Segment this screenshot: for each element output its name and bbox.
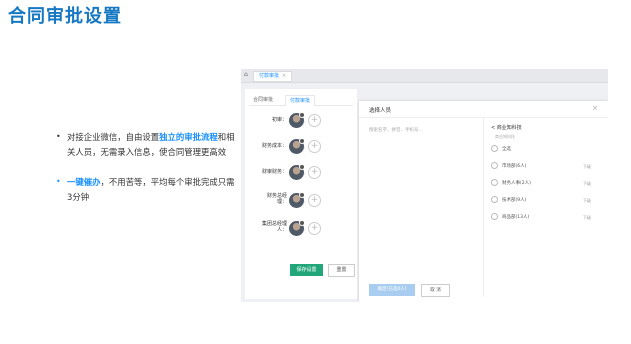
open-tab-label: 付款审批 [259,73,280,79]
add-approver-button[interactable]: + [308,166,321,179]
approver-label: 财务总经理： [266,193,287,205]
page-title: 合同审批设置 [8,6,122,27]
watermark: · [398,160,402,167]
approver-label: 财审财务： [261,169,287,175]
subordinate-link[interactable]: 下级 [583,192,591,209]
arrow-icon: › [304,227,306,232]
feature-highlight: 独立的审批流程 [159,132,218,142]
add-approver-button[interactable]: + [308,194,321,207]
remove-badge-icon[interactable] [299,192,305,198]
close-icon[interactable]: × [282,73,286,79]
org-back-link[interactable]: < 商业知科技 [491,124,601,132]
approver-label: 初审： [271,117,287,123]
subordinate-link[interactable]: 下级 [583,158,591,175]
arrow-icon: › [304,199,306,204]
add-approver-button[interactable]: + [308,114,321,127]
org-tree: < 商业知科技 商业知科技 全选 市场部(6人) 下级 财务人事(2人) 下级 技术… [491,124,601,226]
bullet-dot: • [56,132,61,141]
add-approver-button[interactable]: + [308,140,321,153]
feature-item-reminder: • 一键催办，不用苦等，平均每个审批完成只需3分钟 [56,175,238,204]
tab-contract-approval[interactable]: 合同审批 [249,95,277,105]
cancel-button[interactable]: 取 消 [421,284,450,297]
org-row-label: 财务人事(2人) [502,181,531,186]
radio-icon[interactable] [491,145,498,152]
reset-button[interactable]: 重置 [328,264,355,277]
avatar[interactable] [289,138,305,154]
arrow-icon: › [304,171,306,176]
radio-icon[interactable] [491,196,498,203]
modal-title: 选择人员 [369,108,392,114]
remove-badge-icon[interactable] [299,164,305,170]
select-person-modal: 选择人员 × 搜索名字、拼音、手机号... · < 商业知科技 商业知科技 全选… [359,101,608,302]
divider [483,117,484,297]
avatar[interactable] [289,164,305,180]
org-row-label: 商品部(13人) [502,215,530,220]
tab-payment-approval[interactable]: 付款审批 [285,95,316,106]
confirm-button[interactable]: 确定(已选0人) [369,284,415,296]
feature-item-approval-flow: • 对接企业微信，自由设置独立的审批流程和相关人员，无需录入信息，使合同管理更高… [56,130,238,159]
app-screenshot: ⌂ 付款审批 × 合同审批 付款审批 初审： › + 财务成本： › + 财审财务… [241,69,608,302]
approver-label: 集团总经理人： [261,221,287,233]
search-input[interactable]: 搜索名字、拼音、手机号... [369,127,423,133]
remove-badge-icon[interactable] [299,112,305,118]
subordinate-link[interactable]: 下级 [583,209,591,226]
approval-tabs: 合同审批 付款审批 [249,95,353,106]
arrow-icon: › [304,145,306,150]
remove-badge-icon[interactable] [299,220,305,226]
avatar[interactable] [289,112,305,128]
radio-icon[interactable] [491,179,498,186]
org-breadcrumb: 商业知科技 [495,134,515,139]
home-icon[interactable]: ⌂ [244,71,248,78]
subordinate-link[interactable]: 下级 [583,175,591,192]
approver-row: 财务成本： › + [245,137,357,157]
feature-highlight: 一键催办 [67,177,101,187]
org-row[interactable]: 市场部(6人) 下级 [491,158,601,175]
radio-icon[interactable] [491,162,498,169]
avatar[interactable] [289,220,305,236]
org-row[interactable]: 技术部(9人) 下级 [491,192,601,209]
approver-row: 初审： › + [245,111,357,131]
approver-row: 集团总经理人： › + [245,219,357,239]
bullet-dot: • [56,177,61,186]
radio-icon[interactable] [491,213,498,220]
feature-text: 对接企业微信，自由设置 [67,132,160,142]
remove-badge-icon[interactable] [299,138,305,144]
modal-footer: 确定(已选0人) 取 消 [359,284,608,302]
approval-settings-panel: 合同审批 付款审批 初审： › + 财务成本： › + 财审财务： › + 财务… [245,89,357,299]
arrow-icon: › [304,119,306,124]
org-row[interactable]: 商品部(13人) 下级 [491,209,601,226]
close-icon[interactable]: × [592,104,598,112]
tab-bar: ⌂ 付款审批 × [241,69,608,83]
org-row-select-all[interactable]: 全选 [491,141,601,158]
feature-list: • 对接企业微信，自由设置独立的审批流程和相关人员，无需录入信息，使合同管理更高… [56,130,238,220]
save-settings-button[interactable]: 保存设置 [290,264,323,276]
modal-header: 选择人员 × [359,101,608,118]
add-approver-button[interactable]: + [308,222,321,235]
avatar[interactable] [289,192,305,208]
open-tab[interactable]: 付款审批 × [253,71,293,82]
org-row-label: 全选 [502,147,511,152]
org-row[interactable]: 财务人事(2人) 下级 [491,175,601,192]
approver-row: 财审财务： › + [245,163,357,183]
org-row-label: 技术部(9人) [502,198,527,203]
approver-row: 财务总经理： › + [245,191,357,211]
approver-label: 财务成本： [261,143,287,149]
org-row-label: 市场部(6人) [502,164,527,169]
